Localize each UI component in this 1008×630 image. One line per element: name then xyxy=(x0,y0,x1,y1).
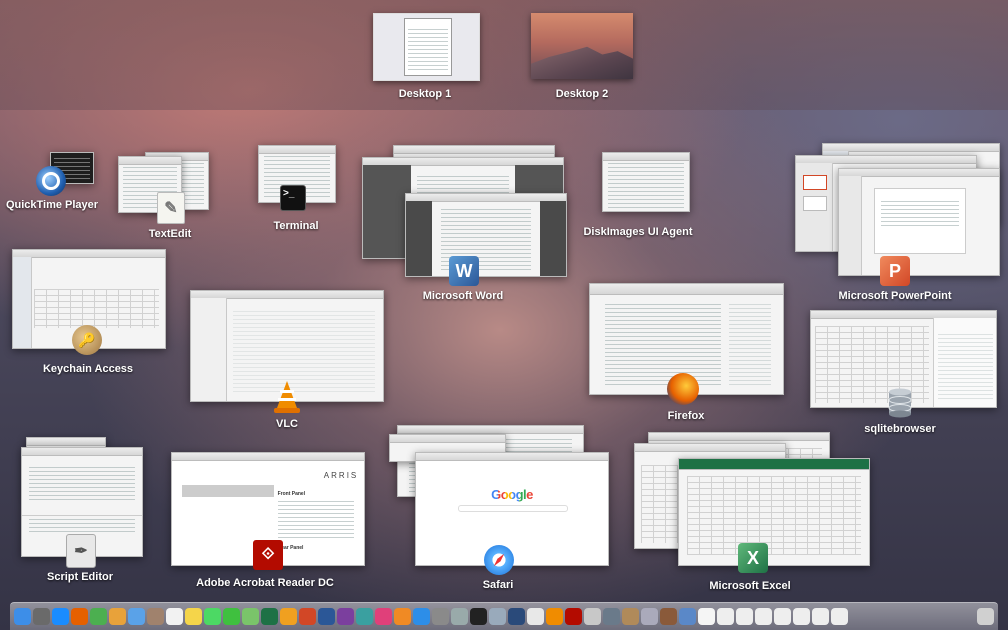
acrobat-icon: ⟐ xyxy=(253,540,283,570)
quicktime-label: QuickTime Player xyxy=(5,199,99,211)
script-editor-icon: ✒ xyxy=(66,534,96,568)
dock-onenote-icon[interactable] xyxy=(337,608,354,625)
dock-minimized-window-icon[interactable] xyxy=(812,608,829,625)
dock-ibooks-icon[interactable] xyxy=(394,608,411,625)
terminal-label: Terminal xyxy=(273,220,319,232)
dock-notes-icon[interactable] xyxy=(185,608,202,625)
dock-quicktime-icon[interactable] xyxy=(508,608,525,625)
desktop-1-label: Desktop 1 xyxy=(398,88,452,100)
dock-calendar-icon[interactable] xyxy=(166,608,183,625)
dock-keychain-icon[interactable] xyxy=(622,608,639,625)
dock-mail-icon[interactable] xyxy=(128,608,145,625)
dock-minimized-window-icon[interactable] xyxy=(774,608,791,625)
dock-system-preferences-icon[interactable] xyxy=(432,608,449,625)
dock-app-store-icon[interactable] xyxy=(413,608,430,625)
dock-downloads-stack-icon[interactable] xyxy=(679,608,696,625)
dock-photos-icon[interactable] xyxy=(109,608,126,625)
acrobat-label: Adobe Acrobat Reader DC xyxy=(196,577,334,589)
database-icon xyxy=(886,388,914,418)
google-logo-text: Google xyxy=(491,487,533,502)
desktop-1-thumbnail[interactable] xyxy=(373,13,480,81)
dock-facetime-icon[interactable] xyxy=(223,608,240,625)
spaces-bar xyxy=(0,0,1008,110)
dock-sqlitebrowser-icon[interactable] xyxy=(489,608,506,625)
dock-acrobat-icon[interactable] xyxy=(565,608,582,625)
dock-outlook-icon[interactable] xyxy=(280,608,297,625)
safari-label: Safari xyxy=(482,579,514,591)
dock-automator-icon[interactable] xyxy=(603,608,620,625)
dock-excel-icon[interactable] xyxy=(261,608,278,625)
diskimages-window[interactable] xyxy=(602,152,690,212)
dock-minimized-window-icon[interactable] xyxy=(793,608,810,625)
safari-window[interactable]: Google xyxy=(415,452,609,566)
dock-maps-icon[interactable] xyxy=(242,608,259,625)
script-editor-label: Script Editor xyxy=(46,571,114,583)
vlc-cone-icon xyxy=(273,380,301,414)
dock-contacts-icon[interactable] xyxy=(147,608,164,625)
dock-launchpad-icon[interactable] xyxy=(33,608,50,625)
terminal-icon: >_ xyxy=(280,185,306,211)
powerpoint-icon: P xyxy=(880,256,910,286)
dock-word-icon[interactable] xyxy=(318,608,335,625)
dock-minimized-window-icon[interactable] xyxy=(755,608,772,625)
dock-firefox-icon[interactable] xyxy=(71,608,88,625)
dock-help-icon[interactable] xyxy=(451,608,468,625)
dock-safari-icon[interactable] xyxy=(52,608,69,625)
word-label: Microsoft Word xyxy=(422,290,504,302)
keychain-icon: 🔑 xyxy=(72,325,102,355)
google-logo: Google xyxy=(416,487,608,502)
firefox-icon xyxy=(667,373,699,405)
dock-finder-icon[interactable] xyxy=(14,608,31,625)
dock-minimized-window-icon[interactable] xyxy=(831,608,848,625)
powerpoint-label: Microsoft PowerPoint xyxy=(838,290,952,302)
dock-lync-icon[interactable] xyxy=(356,608,373,625)
vlc-label: VLC xyxy=(276,418,298,430)
acrobat-brand-text: ARRIS xyxy=(323,471,359,480)
dock-trash-icon[interactable] xyxy=(977,608,994,625)
acrobat-front-panel-text: Front Panel xyxy=(277,491,306,497)
powerpoint-window[interactable] xyxy=(838,168,1000,276)
sqlitebrowser-label: sqlitebrowser xyxy=(864,423,936,435)
dock-terminal-icon[interactable] xyxy=(470,608,487,625)
safari-compass-icon xyxy=(484,545,514,575)
dock-minimized-window-icon[interactable] xyxy=(717,608,734,625)
dock-vlc-icon[interactable] xyxy=(546,608,563,625)
dock-chrome-icon[interactable] xyxy=(90,608,107,625)
excel-window[interactable] xyxy=(678,458,870,566)
dock xyxy=(10,602,998,630)
excel-icon: X xyxy=(738,543,768,573)
textedit-label: TextEdit xyxy=(148,228,192,240)
keychain-label: Keychain Access xyxy=(42,363,134,375)
desktop-2-thumbnail[interactable] xyxy=(531,13,633,79)
dock-disk-utility-icon[interactable] xyxy=(641,608,658,625)
dock-powerpoint-icon[interactable] xyxy=(299,608,316,625)
dock-script-editor-icon[interactable] xyxy=(584,608,601,625)
dock-minimized-window-icon[interactable] xyxy=(736,608,753,625)
dock-itunes-icon[interactable] xyxy=(375,608,392,625)
dock-messages-icon[interactable] xyxy=(204,608,221,625)
textedit-icon: ✎ xyxy=(157,192,185,224)
diskimages-label: DiskImages UI Agent xyxy=(583,226,693,238)
word-icon: W xyxy=(449,256,479,286)
quicktime-icon xyxy=(36,166,66,196)
dock-dictionary-icon[interactable] xyxy=(660,608,677,625)
desktop-2-label: Desktop 2 xyxy=(555,88,609,100)
dock-textedit-icon[interactable] xyxy=(527,608,544,625)
firefox-label: Firefox xyxy=(667,410,705,422)
dock-document-icon[interactable] xyxy=(698,608,715,625)
word-window[interactable] xyxy=(405,193,567,277)
excel-label: Microsoft Excel xyxy=(709,580,791,592)
